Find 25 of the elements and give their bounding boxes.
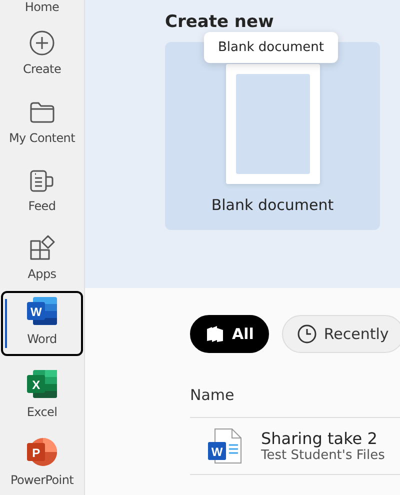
column-header: Name [190, 386, 400, 418]
section-title: Create new [165, 12, 275, 32]
folder-icon [29, 100, 55, 125]
sidebar-item[interactable]: Feed [1, 152, 83, 221]
filter-chip[interactable]: Recently [282, 315, 400, 353]
tooltip: Blank document [204, 32, 338, 63]
sidebar-item[interactable]: W Word [1, 291, 83, 356]
stack-icon [205, 325, 225, 343]
sidebar-item[interactable]: Create [1, 16, 83, 84]
sidebar-item[interactable]: Apps [1, 220, 83, 290]
sidebar-item[interactable]: P PowerPoint [1, 426, 83, 495]
sidebar-item[interactable]: My Content [1, 84, 83, 153]
file-name: Sharing take 2 [261, 429, 378, 448]
apps-icon [29, 235, 55, 262]
newspaper-icon [29, 168, 55, 193]
plus-circle-icon [29, 30, 55, 56]
card-label: Blank document [211, 196, 334, 214]
presentation-icon: P [26, 436, 58, 467]
clock-icon [296, 324, 317, 344]
sidebar-item[interactable]: X Excel [1, 358, 83, 427]
sidebar-item[interactable]: Home [1, 0, 83, 16]
filter-chip[interactable]: All [190, 315, 269, 353]
file-row[interactable]: W Sharing take 2 Test Student's Files [190, 418, 400, 475]
blank-page-icon [226, 64, 320, 184]
file-location: Test Student's Files [261, 448, 385, 463]
